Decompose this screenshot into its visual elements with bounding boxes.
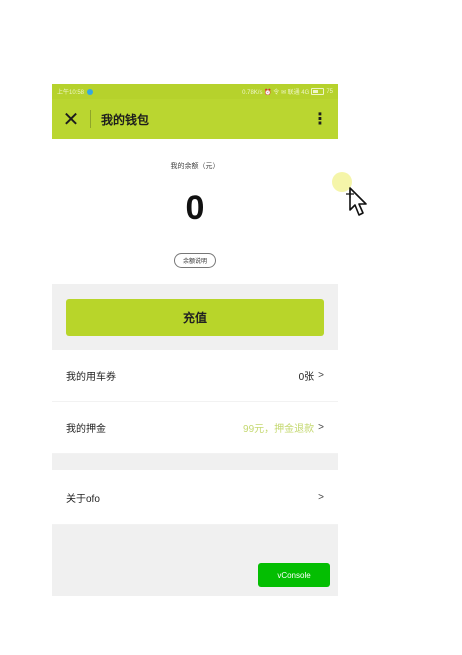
about-list: 关于ofo > — [52, 470, 338, 525]
nav-divider — [90, 110, 91, 128]
more-menu-icon[interactable]: ⋮ — [310, 99, 330, 139]
balance-label: 我的余额（元） — [170, 163, 220, 170]
close-icon[interactable]: ✕ — [52, 99, 90, 139]
balance-explain-button[interactable]: 余额说明 — [173, 253, 217, 268]
about-label: 关于ofo — [66, 493, 100, 505]
coupon-value: 0张 — [298, 372, 315, 383]
battery-icon — [311, 88, 325, 95]
deposit-label: 我的押金 — [66, 424, 106, 435]
balance-amount: 0 — [185, 189, 205, 227]
balance-section: 我的余额（元） 0 余额说明 — [52, 139, 338, 284]
recharge-button[interactable]: 充值 — [66, 299, 324, 336]
status-time: 上午10:58 — [57, 90, 85, 96]
about-row[interactable]: 关于ofo > — [52, 470, 338, 525]
battery-level: 75 — [326, 88, 333, 95]
section-gap — [52, 454, 338, 470]
coupon-label: 我的用车券 — [66, 372, 116, 383]
page-title: 我的钱包 — [101, 112, 150, 127]
coupon-row[interactable]: 我的用车券 0张 > — [52, 350, 338, 402]
chevron-right-icon: > — [318, 370, 324, 381]
notification-icon — [87, 88, 94, 95]
status-bar: 上午10:58 0.78K/s ⏰ 令 ✉ 联通 4G 75 — [52, 84, 338, 99]
recharge-area: 充值 — [52, 284, 338, 350]
status-network: 0.78K/s ⏰ 令 ✉ 联通 4G — [242, 90, 310, 96]
bottom-area: vConsole — [52, 525, 338, 596]
vconsole-button[interactable]: vConsole — [258, 563, 330, 587]
chevron-right-icon: > — [318, 491, 324, 503]
chevron-right-icon: > — [318, 422, 324, 433]
phone-screen: 上午10:58 0.78K/s ⏰ 令 ✉ 联通 4G 75 ✕ 我的钱包 ⋮ … — [52, 84, 338, 596]
deposit-value: 99元，押金退款 — [243, 424, 315, 435]
nav-bar: ✕ 我的钱包 ⋮ — [52, 99, 338, 139]
wallet-list: 我的用车券 0张 > 我的押金 99元，押金退款 > — [52, 350, 338, 454]
deposit-row[interactable]: 我的押金 99元，押金退款 > — [52, 402, 338, 454]
mouse-cursor-icon — [346, 187, 367, 216]
